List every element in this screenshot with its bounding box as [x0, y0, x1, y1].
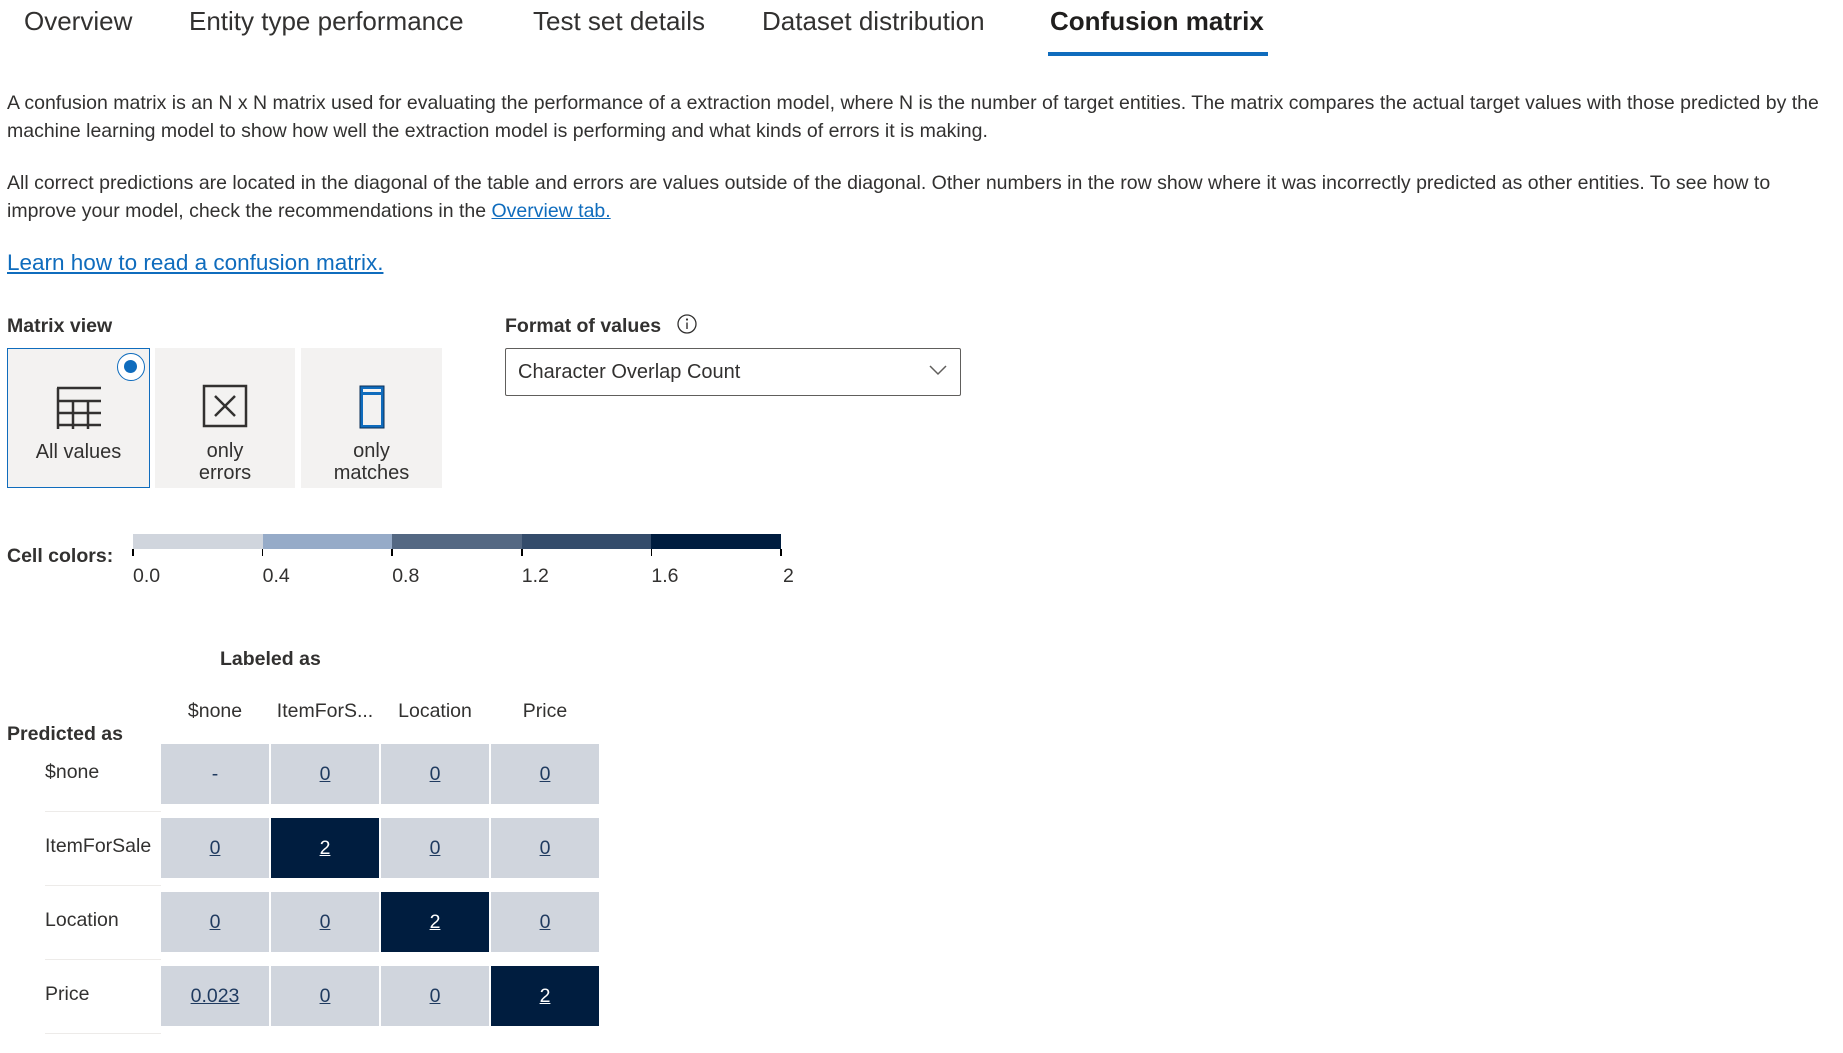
legend-tick: [521, 549, 523, 556]
matrix-cell-link[interactable]: 0: [430, 985, 441, 1008]
matrix-cell-link[interactable]: 0: [320, 985, 331, 1008]
matrix-cell[interactable]: 0: [161, 892, 269, 952]
radio-selected-icon[interactable]: [117, 353, 145, 381]
legend-tick-label: 2: [783, 565, 794, 587]
column-header: Location: [398, 700, 472, 722]
predicted-as-label: Predicted as: [7, 723, 123, 745]
legend-tick-label: 0.4: [262, 565, 290, 587]
matrix-cell-link[interactable]: 0: [540, 763, 551, 786]
legend-tick-label: 0.0: [133, 565, 161, 587]
tab-overview[interactable]: Overview: [24, 6, 132, 37]
description-paragraph-2: All correct predictions are located in t…: [7, 169, 1837, 225]
only-matches-label-line2: matches: [333, 462, 410, 484]
tab-confusion-matrix[interactable]: Confusion matrix: [1050, 6, 1264, 37]
column-header: $none: [187, 700, 243, 722]
legend-segment: [651, 534, 781, 549]
table-grid-icon: [56, 386, 101, 429]
row-header: Price: [45, 983, 90, 1005]
matrix-cell[interactable]: 0: [271, 744, 379, 804]
format-of-values-selected: Character Overlap Count: [518, 361, 741, 383]
row-header: $none: [45, 761, 100, 783]
matrix-cell: -: [161, 744, 269, 804]
learn-confusion-matrix-link[interactable]: Learn how to read a confusion matrix.: [7, 250, 383, 276]
matrix-cell-link[interactable]: 0: [320, 763, 331, 786]
labeled-as-label: Labeled as: [220, 648, 321, 670]
matrix-cell-link[interactable]: 0: [430, 763, 441, 786]
legend-tick-label: 1.6: [651, 565, 679, 587]
column-header: ItemForS...: [276, 700, 374, 722]
overview-tab-link[interactable]: Overview tab.: [491, 200, 610, 222]
legend-tick-label: 1.2: [521, 565, 549, 587]
matrix-cell-link[interactable]: 0: [320, 911, 331, 934]
matrix-cell-link[interactable]: 2: [540, 985, 551, 1008]
matrix-view-all-values[interactable]: All values: [7, 348, 150, 488]
tab-dataset-distribution[interactable]: Dataset distribution: [762, 6, 985, 37]
description-paragraph-2-text: All correct predictions are located in t…: [7, 172, 1771, 222]
matrix-cell[interactable]: 2: [491, 966, 599, 1026]
legend-tick: [132, 549, 134, 556]
matrix-cell[interactable]: 2: [381, 892, 489, 952]
legend-segment: [392, 534, 522, 549]
matrix-cell[interactable]: 0: [161, 818, 269, 878]
description-paragraph-1: A confusion matrix is an N x N matrix us…: [7, 92, 1819, 142]
row-header: Location: [45, 909, 119, 931]
legend-tick: [261, 549, 264, 556]
format-of-values-label: Format of values: [505, 315, 662, 337]
matrix-cell-link[interactable]: 0: [210, 911, 221, 934]
legend-segment: [262, 534, 393, 549]
row-divider: [45, 811, 161, 812]
matrix-cell-link[interactable]: 0.023: [191, 985, 240, 1008]
matrix-cell[interactable]: 0: [271, 892, 379, 952]
matrix-cell[interactable]: 2: [271, 818, 379, 878]
matrix-cell-link[interactable]: 0: [430, 837, 441, 860]
row-divider: [45, 1033, 161, 1034]
matrix-view-label: Matrix view: [7, 315, 113, 337]
row-divider: [45, 885, 161, 886]
matrix-cell[interactable]: 0.023: [161, 966, 269, 1026]
row-divider: [45, 959, 161, 960]
matrix-cell[interactable]: 0: [381, 966, 489, 1026]
format-of-values-dropdown[interactable]: Character Overlap Count: [505, 348, 961, 396]
matrix-cell[interactable]: 0: [491, 744, 599, 804]
legend-tick-label: 0.8: [392, 565, 420, 587]
cell-colors-label: Cell colors:: [7, 545, 114, 567]
matrix-cell[interactable]: 0: [491, 892, 599, 952]
matrix-cell[interactable]: 0: [381, 744, 489, 804]
column-header: Price: [522, 700, 568, 722]
legend-tick: [780, 549, 782, 556]
legend-segment: [133, 534, 263, 549]
matrix-cell-link[interactable]: 0: [540, 837, 551, 860]
legend-tick: [391, 549, 393, 556]
matrix-cell-link[interactable]: 0: [540, 911, 551, 934]
matrix-cell[interactable]: 0: [271, 966, 379, 1026]
tab-test-set-details[interactable]: Test set details: [533, 6, 705, 37]
tab-entity-type-performance[interactable]: Entity type performance: [189, 6, 464, 37]
info-icon[interactable]: [676, 313, 698, 335]
matrix-cell-link[interactable]: 0: [210, 837, 221, 860]
row-header: ItemForSale: [45, 835, 152, 857]
matrix-view-only-matches[interactable]: only matches: [301, 348, 442, 488]
only-matches-label-line1: only: [353, 440, 390, 462]
matrix-cell[interactable]: 0: [381, 818, 489, 878]
error-box-icon: [202, 384, 248, 428]
matrix-cell-link[interactable]: 2: [430, 911, 441, 934]
matrix-cell-link[interactable]: 2: [320, 837, 331, 860]
active-tab-indicator: [1048, 52, 1268, 56]
all-values-label: All values: [35, 441, 122, 463]
only-errors-label-line1: only: [206, 440, 244, 462]
match-column-icon: [359, 385, 384, 429]
matrix-view-only-errors[interactable]: only errors: [155, 348, 295, 488]
legend-tick: [650, 549, 653, 556]
legend-segment: [521, 534, 652, 549]
only-errors-label-line2: errors: [198, 462, 252, 484]
matrix-cell[interactable]: 0: [491, 818, 599, 878]
chevron-down-icon: [929, 365, 947, 376]
